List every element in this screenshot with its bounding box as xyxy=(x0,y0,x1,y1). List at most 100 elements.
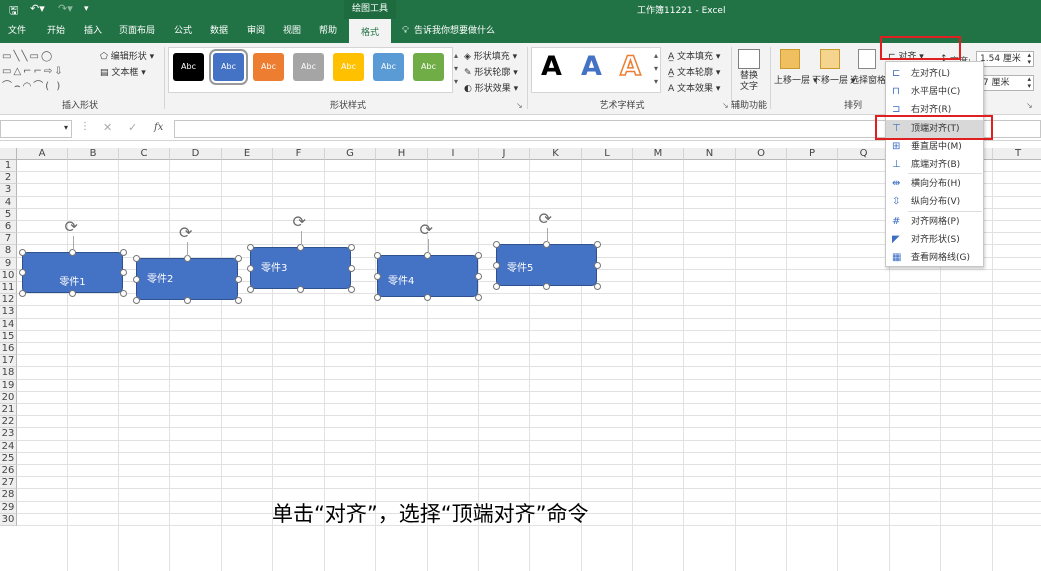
rotate-handle-icon[interactable]: ⟳ xyxy=(179,225,192,241)
edit-shape-button[interactable]: ⬠ 编辑形状 ▾ xyxy=(100,49,154,62)
row-header-7[interactable]: 7 xyxy=(0,233,17,246)
shape-part-1[interactable]: 零件1 xyxy=(22,252,123,293)
menu-item-distribute-vertically[interactable]: ⇳ 纵向分布(V) xyxy=(886,193,983,211)
row-header-27[interactable]: 27 xyxy=(0,477,17,490)
shape-style-blue-selected[interactable]: Abc xyxy=(209,49,248,85)
resize-handle[interactable] xyxy=(246,264,254,272)
menu-item-align-bottom[interactable]: ⊥ 底端对齐(B) xyxy=(886,156,983,174)
row-header-1[interactable]: 1 xyxy=(0,160,17,173)
row-header-17[interactable]: 17 xyxy=(0,355,17,368)
dialog-launcher-icon[interactable]: ↘ xyxy=(1026,101,1033,110)
resize-handle[interactable] xyxy=(297,285,304,293)
shape-style-gray[interactable]: Abc xyxy=(293,53,324,81)
shape-part-4[interactable]: 零件4 xyxy=(377,255,478,297)
column-header-q[interactable]: Q xyxy=(838,148,890,160)
resize-handle[interactable] xyxy=(246,285,254,293)
tab-file[interactable]: 文件 xyxy=(3,19,31,43)
menu-item-distribute-horizontally[interactable]: ⇹ 横向分布(H) xyxy=(886,175,983,193)
column-header-f[interactable]: F xyxy=(273,148,325,160)
rotate-handle-icon[interactable]: ⟳ xyxy=(65,219,78,235)
row-header-15[interactable]: 15 xyxy=(0,330,17,343)
tab-formulas[interactable]: 公式 xyxy=(167,19,199,43)
rotate-handle-icon[interactable]: ⟳ xyxy=(293,214,306,230)
row-header-19[interactable]: 19 xyxy=(0,379,17,392)
gallery-scroll-icon[interactable]: ▴ ▾ ▾ xyxy=(454,49,458,88)
resize-handle[interactable] xyxy=(347,285,355,293)
resize-handle[interactable] xyxy=(593,240,601,248)
menu-item-view-gridlines[interactable]: ▦ 查看网格线(G) xyxy=(886,249,983,267)
row-header-3[interactable]: 3 xyxy=(0,184,17,197)
wordart-scroll-icon[interactable]: ▴ ▾ ▾ xyxy=(654,49,658,88)
text-effects-button[interactable]: A 文本效果 ▾ xyxy=(668,81,720,94)
resize-handle[interactable] xyxy=(347,264,355,272)
alt-text-button[interactable]: 替换 文字 xyxy=(740,71,758,93)
menu-item-align-middle[interactable]: ⊞ 垂直居中(M) xyxy=(886,138,983,156)
row-header-5[interactable]: 5 xyxy=(0,208,17,221)
column-header-k[interactable]: K xyxy=(530,148,582,160)
row-header-30[interactable]: 30 xyxy=(0,513,17,526)
shape-part-2[interactable]: 零件2 xyxy=(136,258,238,300)
text-outline-button[interactable]: A̲ 文本轮廓 ▾ xyxy=(668,65,720,78)
row-header-29[interactable]: 29 xyxy=(0,501,17,514)
chevron-down-icon[interactable]: ▾ xyxy=(64,123,68,132)
row-header-26[interactable]: 26 xyxy=(0,465,17,478)
resize-handle[interactable] xyxy=(234,275,242,283)
resize-handle[interactable] xyxy=(119,269,127,276)
wordart-style-blue[interactable]: A xyxy=(581,51,602,82)
column-header-n[interactable]: N xyxy=(684,148,736,160)
row-header-10[interactable]: 10 xyxy=(0,269,17,282)
tab-insert[interactable]: 插入 xyxy=(77,19,109,43)
row-header-28[interactable]: 28 xyxy=(0,489,17,502)
resize-handle[interactable] xyxy=(593,261,601,269)
row-header-23[interactable]: 23 xyxy=(0,428,17,441)
undo-icon[interactable]: ↶▾ xyxy=(30,2,45,15)
row-header-6[interactable]: 6 xyxy=(0,221,17,234)
column-header-o[interactable]: O xyxy=(736,148,787,160)
row-header-21[interactable]: 21 xyxy=(0,404,17,417)
column-header-l[interactable]: L xyxy=(582,148,633,160)
customize-quick-access-icon[interactable]: ▾ xyxy=(84,4,89,14)
resize-handle[interactable] xyxy=(119,248,127,256)
tell-me-box[interactable]: 告诉我你想要做什么 xyxy=(414,19,498,43)
row-header-14[interactable]: 14 xyxy=(0,318,17,331)
dialog-launcher-icon[interactable]: ↘ xyxy=(516,101,523,110)
resize-handle[interactable] xyxy=(18,248,26,256)
send-backward-button[interactable]: 下移一层 ▾ xyxy=(812,73,855,86)
bring-forward-button[interactable]: 上移一层 ▾ xyxy=(774,73,817,86)
column-header-p[interactable]: P xyxy=(787,148,838,160)
redo-icon[interactable]: ↷▾ xyxy=(58,2,73,15)
column-header-c[interactable]: C xyxy=(119,148,170,160)
column-header-d[interactable]: D xyxy=(170,148,222,160)
resize-handle[interactable] xyxy=(373,293,381,301)
resize-handle[interactable] xyxy=(373,272,381,280)
resize-handle[interactable] xyxy=(347,243,355,251)
column-header-j[interactable]: J xyxy=(479,148,530,160)
shape-style-black[interactable]: Abc xyxy=(173,53,204,81)
name-box[interactable]: ▾ xyxy=(0,120,72,138)
shape-gallery[interactable]: ▭╲╲▭◯ ▭△⌐⌐⇨⇩ ⌒⌢◠⌒( ) xyxy=(2,49,90,97)
resize-handle[interactable] xyxy=(234,296,242,304)
resize-handle[interactable] xyxy=(373,251,381,259)
menu-item-align-left[interactable]: ⊏ 左对齐(L) xyxy=(886,65,983,83)
resize-handle[interactable] xyxy=(18,289,26,297)
row-header-12[interactable]: 12 xyxy=(0,294,17,307)
menu-item-snap-to-grid[interactable]: # 对齐网格(P) xyxy=(886,213,983,231)
resize-handle[interactable] xyxy=(18,269,26,276)
shape-part-3[interactable]: 零件3 xyxy=(250,247,351,289)
row-header-18[interactable]: 18 xyxy=(0,367,17,380)
shape-style-light-blue[interactable]: Abc xyxy=(373,53,404,81)
resize-handle[interactable] xyxy=(474,293,482,301)
shape-effects-button[interactable]: ◐ 形状效果 ▾ xyxy=(464,81,518,94)
spinner-icon[interactable]: ▴ ▾ xyxy=(1027,76,1031,90)
shape-outline-button[interactable]: ✎ 形状轮廓 ▾ xyxy=(464,65,518,78)
function-icon[interactable]: fx xyxy=(154,122,163,133)
rotate-handle-icon[interactable]: ⟳ xyxy=(539,211,552,227)
resize-handle[interactable] xyxy=(246,243,254,251)
tab-format[interactable]: 格式 xyxy=(349,19,391,43)
row-header-11[interactable]: 11 xyxy=(0,282,17,295)
shape-style-gold[interactable]: Abc xyxy=(333,53,364,81)
text-box-button[interactable]: ▤ 文本框 ▾ xyxy=(100,65,146,78)
tab-home[interactable]: 开始 xyxy=(40,19,72,43)
column-header-g[interactable]: G xyxy=(325,148,376,160)
shape-style-green[interactable]: Abc xyxy=(413,53,444,81)
